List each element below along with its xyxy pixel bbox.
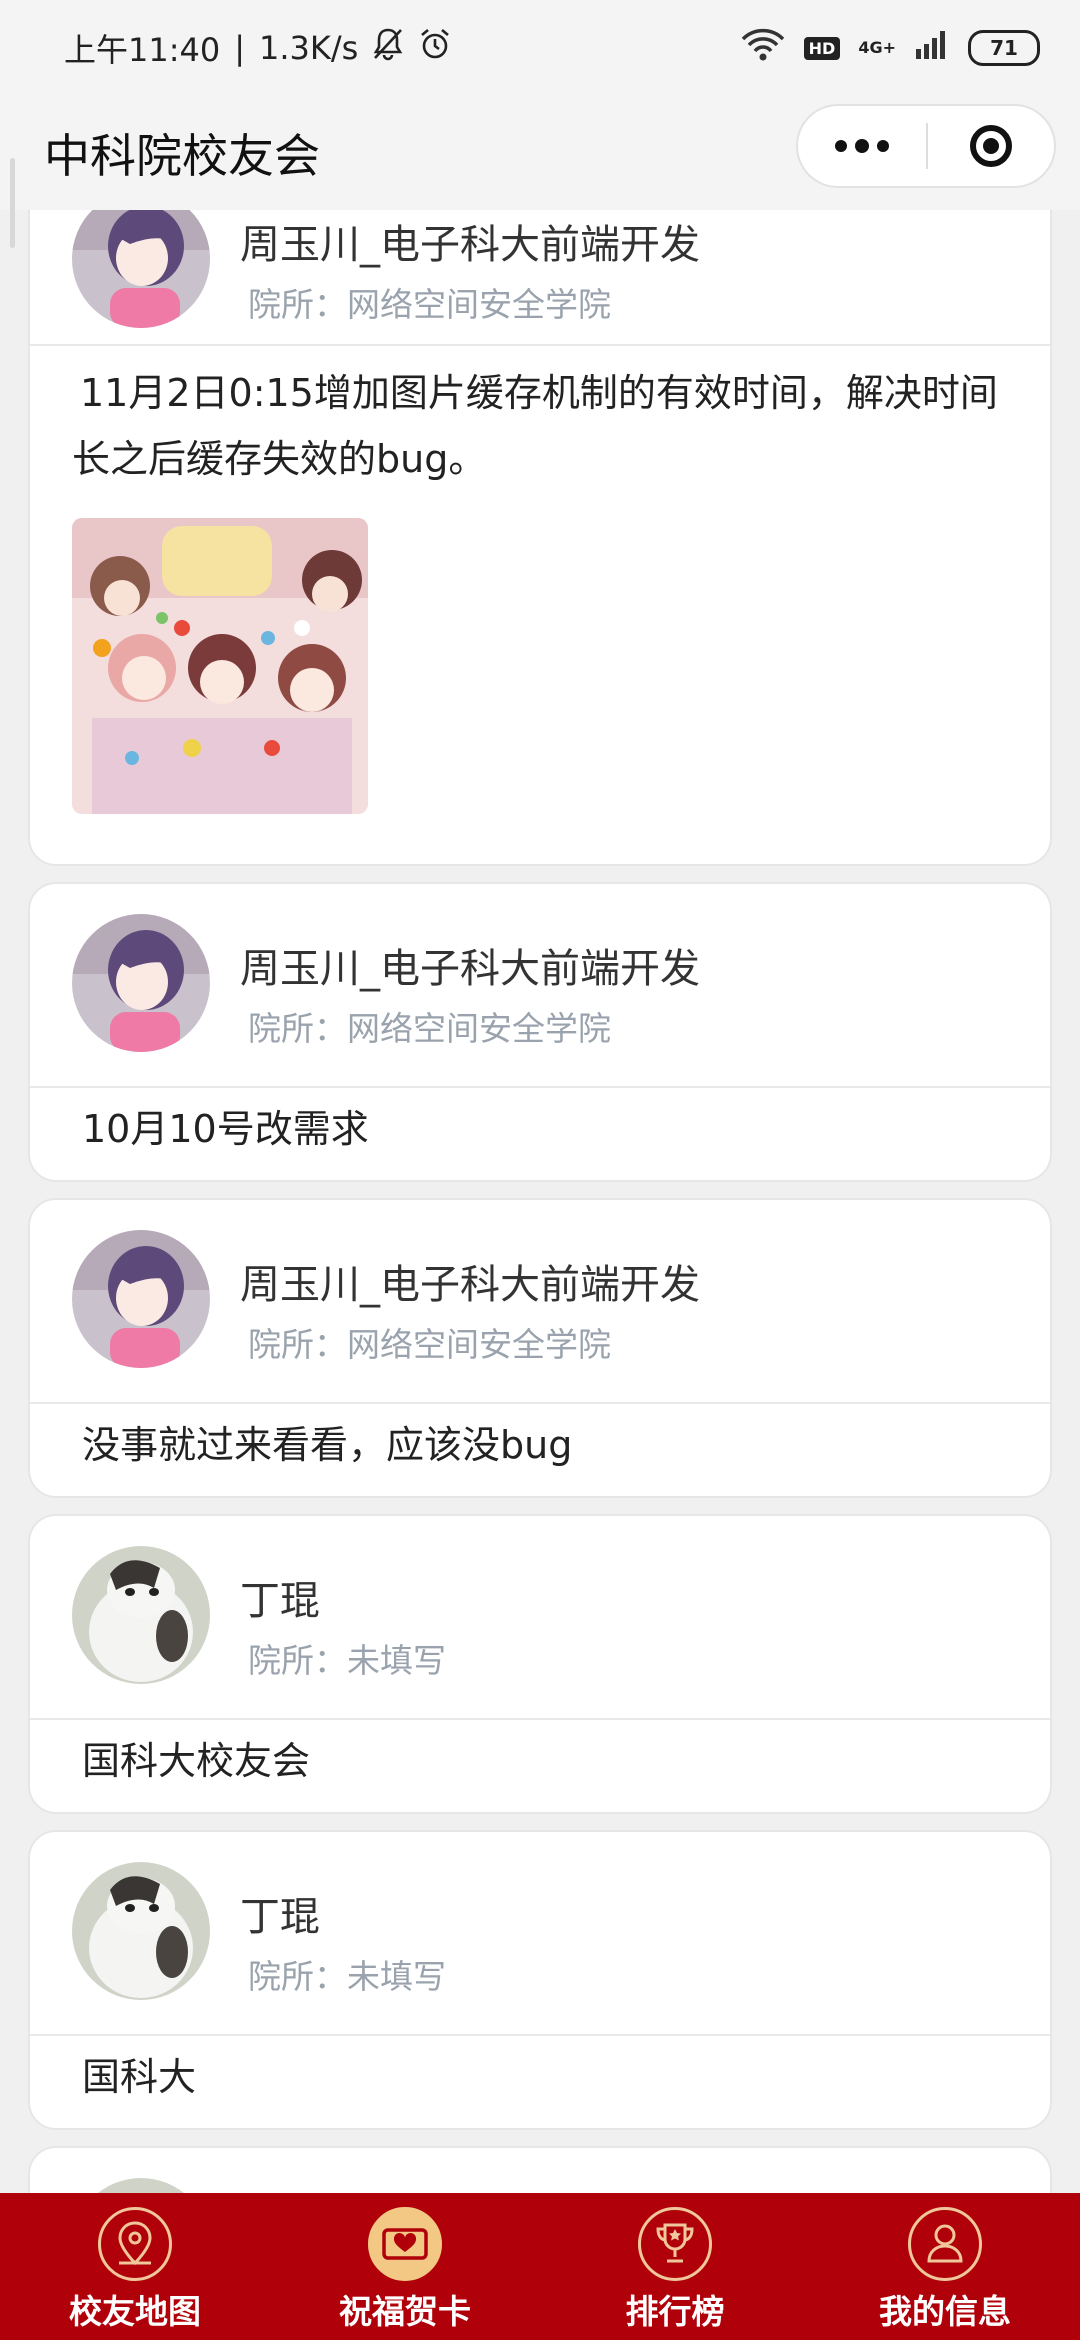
wifi-icon [740,27,786,69]
tab-bar: 校友地图 祝福贺卡 排行榜 我的信息 [0,2193,1080,2340]
post-content: 没事就过来看看，应该没bug [82,1423,573,1467]
trophy-icon [638,2207,712,2281]
mute-icon [372,27,404,69]
status-time: 上午11:40 [64,31,221,69]
post-author[interactable]: 周玉川_电子科大前端开发 [240,212,700,270]
post-institute: 院所：未填写 [248,1957,446,1996]
post-content: 国科大校友会 [82,1739,311,1783]
post-institute: 院所：未填写 [248,1641,446,1680]
signal-icon [914,29,950,67]
post-content: 10月10号改需求 [82,1107,369,1151]
tab-label: 我的信息 [879,2292,1011,2331]
post-header: 丁琨 院所：未填写 [30,1516,1050,1720]
user-icon [908,2207,982,2281]
post-header: 周玉川_电子科大前端开发 院所：网络空间安全学院 [30,1200,1050,1404]
avatar[interactable] [72,210,210,328]
page-title: 中科院校友会 [44,129,320,183]
avatar[interactable] [72,1546,210,1684]
status-speed: 1.3K/s [259,29,359,67]
hd-icon: HD [803,36,841,60]
post-header: 周玉川_电子科大前端开发 院所：网络空间安全学院 [30,210,1050,346]
post-image[interactable] [72,518,368,814]
alarm-icon [418,27,452,69]
post-institute: 院所：网络空间安全学院 [248,1009,611,1048]
tab-alumni-map[interactable]: 校友地图 [0,2193,270,2340]
post-content: 国科大 [82,2055,197,2099]
post-author[interactable]: 周玉川_电子科大前端开发 [240,1252,700,1310]
post-card[interactable]: 丁琨 院所：未填写 国科大 [28,1830,1052,2130]
post-author[interactable]: 周玉川_电子科大前端开发 [240,936,700,994]
tab-ranking[interactable]: 排行榜 [540,2193,810,2340]
post-card[interactable]: 周玉川_电子科大前端开发 院所：网络空间安全学院 11月2日0:15增加图片缓存… [28,210,1052,866]
mini-program-capsule [796,104,1056,188]
post-author[interactable]: 丁琨 [240,1884,320,1942]
post-content: 11月2日0:15增加图片缓存机制的有效时间，解决时间长之后缓存失效的bug。 [72,371,998,481]
tab-greeting-card[interactable]: 祝福贺卡 [270,2193,540,2340]
target-icon [970,125,1012,167]
post-feed[interactable]: 周玉川_电子科大前端开发 院所：网络空间安全学院 11月2日0:15增加图片缓存… [0,210,1080,2193]
greeting-card-icon [368,2207,442,2281]
post-card[interactable]: 周玉川_电子科大前端开发 院所：网络空间安全学院 没事就过来看看，应该没bug [28,1198,1052,1498]
battery-icon: 71 [968,30,1040,66]
network-type: 4G+ [858,38,896,57]
post-author[interactable]: 丁琨 [240,1568,320,1626]
post-card[interactable] [28,2146,1052,2193]
post-card[interactable]: 丁琨 院所：未填写 国科大校友会 [28,1514,1052,1814]
close-button[interactable] [928,125,1054,167]
avatar[interactable] [72,914,210,1052]
avatar[interactable] [72,2178,210,2193]
post-header: 丁琨 院所：未填写 [30,1832,1050,2036]
map-pin-icon [98,2207,172,2281]
post-card[interactable]: 周玉川_电子科大前端开发 院所：网络空间安全学院 10月10号改需求 [28,882,1052,1182]
tab-label: 排行榜 [625,2292,725,2331]
post-header: 周玉川_电子科大前端开发 院所：网络空间安全学院 [30,884,1050,1088]
status-bar: 上午11:40 | 1.3K/s HD 4G+ 71 [0,0,1080,96]
post-institute: 院所：网络空间安全学院 [248,1325,611,1364]
avatar[interactable] [72,1230,210,1368]
more-button[interactable] [798,139,926,153]
post-institute: 院所：网络空间安全学院 [248,285,611,324]
nav-bar: 中科院校友会 [0,96,1080,248]
tab-label: 祝福贺卡 [339,2292,471,2331]
tab-label: 校友地图 [69,2292,201,2331]
tab-my-info[interactable]: 我的信息 [810,2193,1080,2340]
avatar[interactable] [72,1862,210,2000]
